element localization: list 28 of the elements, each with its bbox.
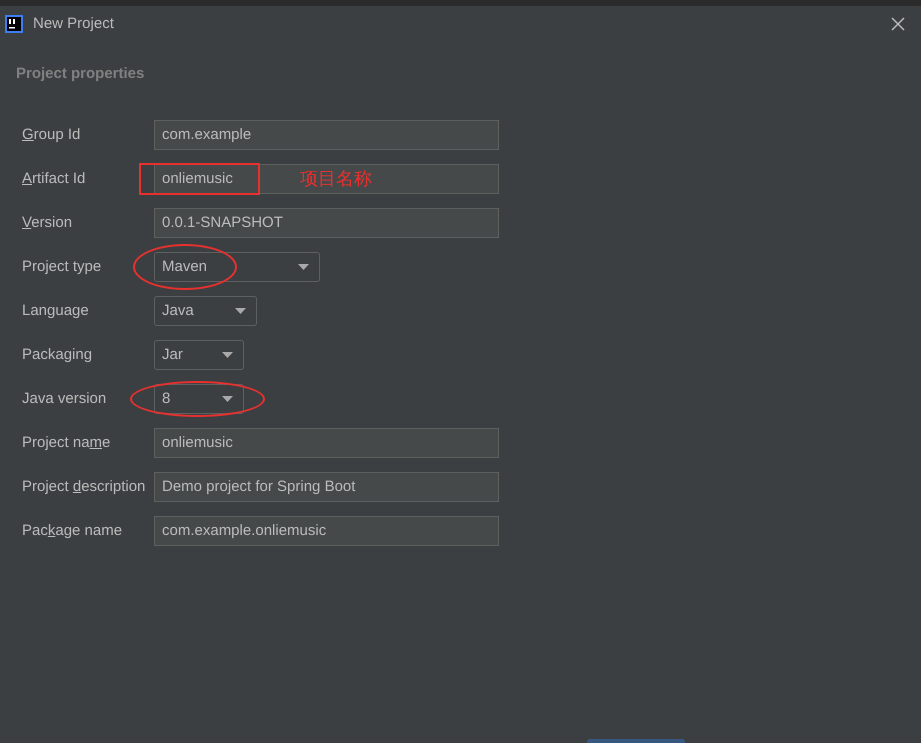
section-title: Project properties xyxy=(16,65,144,82)
caret-icon xyxy=(222,352,233,358)
field-label: Packaging xyxy=(21,344,94,365)
field-label: Language xyxy=(21,300,90,321)
field-label: Project description xyxy=(21,476,146,497)
text-field[interactable]: com.example xyxy=(154,120,499,150)
field-label: Java version xyxy=(21,388,108,409)
dropdown[interactable]: 8 xyxy=(154,384,244,414)
text-field[interactable]: 0.0.1-SNAPSHOT xyxy=(154,208,499,238)
field-label: Package name xyxy=(21,520,124,541)
caret-icon xyxy=(298,264,309,270)
field-label: Version xyxy=(21,212,74,233)
field-label: Project type xyxy=(21,256,102,277)
field-label: Artifact Id xyxy=(21,168,86,189)
window-title: New Project xyxy=(33,14,114,34)
dropdown[interactable]: Jar xyxy=(154,340,244,370)
caret-icon xyxy=(235,308,246,314)
app-logo-icon xyxy=(5,15,23,33)
dropdown[interactable]: Java xyxy=(154,296,257,326)
caret-icon xyxy=(222,396,233,402)
close-icon[interactable] xyxy=(891,17,905,31)
text-field[interactable]: onliemusic xyxy=(154,428,499,458)
field-label: Project name xyxy=(21,432,112,453)
dropdown[interactable]: Maven xyxy=(154,252,320,282)
text-field[interactable]: com.example.onliemusic xyxy=(154,516,499,546)
text-field[interactable]: Demo project for Spring Boot xyxy=(154,472,499,502)
annotation-note: 项目名称 xyxy=(300,168,372,190)
field-label: Group Id xyxy=(21,124,82,145)
